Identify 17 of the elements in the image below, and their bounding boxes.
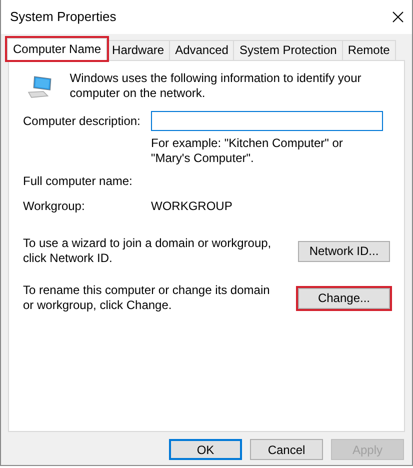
field-label: Computer description: [23,113,142,130]
intro-text: Windows uses the following information to identify your computer on the network. [70,71,362,101]
action-button[interactable]: Change... [298,288,390,308]
dialog-button[interactable]: Cancel [250,439,323,460]
workgroup-value: WORKGROUP [151,199,232,214]
tab[interactable]: Computer Name [7,38,108,60]
action-button[interactable]: Network ID... [298,240,390,262]
field-label: Workgroup: [23,199,86,214]
instruction-text: To use a wizard to join a domain or workgroup, click Network ID. [23,236,272,266]
tab[interactable]: Remote [342,40,396,60]
close-icon[interactable] [392,11,404,23]
dialog-button[interactable]: OK [169,439,242,460]
description-field[interactable] [151,111,383,131]
hint-text: For example: "Kitchen Computer" or "Mary's Computer". [151,136,344,166]
instruction-text: To rename this computer or change its domain or workgroup, click Change. [23,283,271,313]
field-label: Full computer name: [23,174,132,188]
window-title: System Properties [10,8,116,26]
